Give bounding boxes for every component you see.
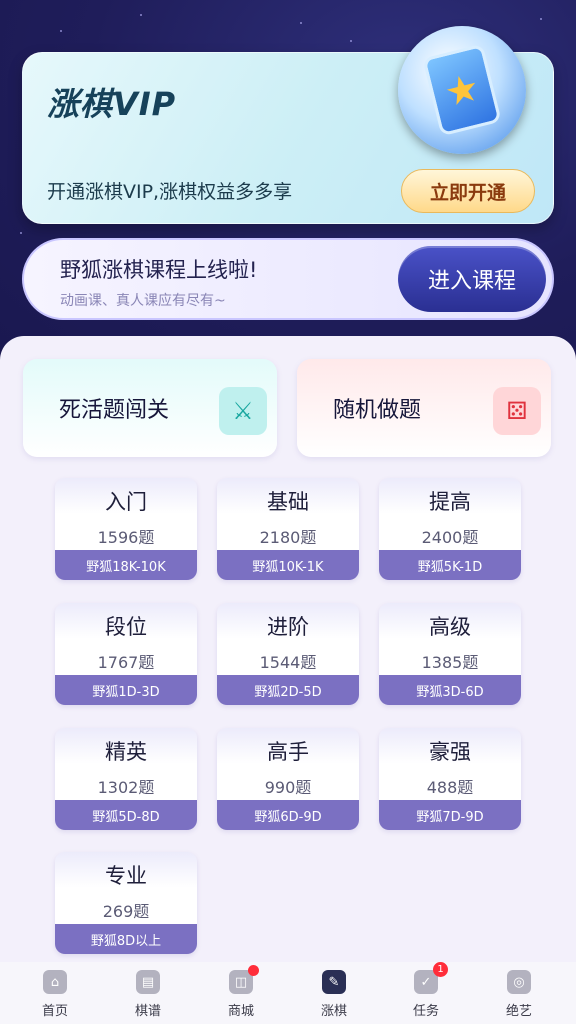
course-banner[interactable]: 野狐涨棋课程上线啦! 动画课、真人课应有尽有~ 进入课程 [22, 238, 554, 320]
course-title: 野狐涨棋课程上线啦! [60, 258, 258, 282]
nav-label: 棋谱 [134, 1004, 161, 1019]
level-card[interactable]: 段位 1767题野狐1D-3D [55, 603, 197, 705]
level-rank-range: 野狐5K-1D [379, 550, 521, 580]
ai-icon: ◎ [507, 970, 531, 994]
level-card[interactable]: 提高 2400题野狐5K-1D [379, 478, 521, 580]
level-name: 入门 [105, 490, 147, 514]
nav-item-1[interactable]: ▤ 棋谱 [118, 970, 178, 1022]
record-book-icon: ▤ [136, 970, 160, 994]
level-rank-range: 野狐2D-5D [217, 675, 359, 705]
life-death-label: 死活题闯关 [59, 398, 170, 423]
level-card[interactable]: 高手 990题野狐6D-9D [217, 728, 359, 830]
level-problem-count: 1596题 [97, 528, 155, 547]
shopping-bag-icon: ◫ [229, 965, 259, 994]
level-rank-range: 野狐5D-8D [55, 800, 197, 830]
task-check-icon: ✓ 1 [414, 962, 448, 994]
level-problem-count: 1302题 [97, 778, 155, 797]
random-problems-label: 随机做题 [333, 398, 422, 423]
level-rank-range: 野狐18K-10K [55, 550, 197, 580]
level-card[interactable]: 进阶 1544题野狐2D-5D [217, 603, 359, 705]
level-rank-range: 野狐7D-9D [379, 800, 521, 830]
level-name: 段位 [105, 615, 147, 639]
star-icon: ★ [422, 43, 502, 137]
vip-title: 涨棋VIP [47, 85, 177, 123]
life-death-challenge-button[interactable]: 死活题闯关 ⚔ [23, 359, 277, 457]
level-card[interactable]: 入门 1596题野狐18K-10K [55, 478, 197, 580]
nav-item-2[interactable]: ◫ 商城 [211, 965, 271, 1022]
random-problems-button[interactable]: 随机做题 ⚄ [297, 359, 551, 457]
level-rank-range: 野狐8D以上 [55, 924, 197, 954]
level-name: 提高 [429, 490, 471, 514]
course-subtitle: 动画课、真人课应有尽有~ [60, 293, 226, 309]
level-problem-count: 1767题 [97, 653, 155, 672]
level-card[interactable]: 专业 269题野狐8D以上 [55, 852, 197, 954]
nav-label: 首页 [41, 1004, 68, 1019]
level-name: 基础 [267, 490, 309, 514]
vip-description: 开通涨棋VIP,涨棋权益多多享 [47, 181, 293, 203]
level-card[interactable]: 豪强 488题野狐7D-9D [379, 728, 521, 830]
bottom-nav: ⌂ 首页 ▤ 棋谱 ◫ 商城 ✎ 涨棋 ✓ 1 任务 ◎ 绝艺 [0, 962, 576, 1024]
level-name: 专业 [105, 864, 147, 888]
nav-label: 绝艺 [505, 1004, 532, 1019]
level-problem-count: 2180题 [259, 528, 317, 547]
level-problem-count: 2400题 [421, 528, 479, 547]
nav-item-3[interactable]: ✎ 涨棋 [304, 970, 364, 1022]
pencil-icon: ✎ [322, 970, 346, 994]
level-name: 豪强 [429, 740, 471, 764]
level-name: 高手 [267, 740, 309, 764]
level-problem-count: 1544题 [259, 653, 317, 672]
level-rank-range: 野狐3D-6D [379, 675, 521, 705]
home-icon: ⌂ [43, 970, 67, 994]
crossed-swords-icon: ⚔ [219, 387, 267, 435]
vip-star-card-icon: ★ [398, 26, 526, 154]
nav-item-4[interactable]: ✓ 1 任务 [396, 962, 456, 1022]
level-card[interactable]: 高级 1385题野狐3D-6D [379, 603, 521, 705]
nav-label: 商城 [227, 1004, 254, 1019]
dice-icon: ⚄ [493, 387, 541, 435]
nav-label: 任务 [412, 1004, 439, 1019]
level-problem-count: 1385题 [421, 653, 479, 672]
level-problem-count: 990题 [264, 778, 312, 797]
level-rank-range: 野狐1D-3D [55, 675, 197, 705]
level-problem-count: 269题 [102, 902, 150, 921]
nav-item-0[interactable]: ⌂ 首页 [25, 970, 85, 1022]
level-card[interactable]: 基础 2180题野狐10K-1K [217, 478, 359, 580]
level-card[interactable]: 精英 1302题野狐5D-8D [55, 728, 197, 830]
level-name: 精英 [105, 740, 147, 764]
open-vip-button[interactable]: 立即开通 [401, 169, 535, 213]
nav-label: 涨棋 [320, 1004, 347, 1019]
enter-course-button[interactable]: 进入课程 [398, 246, 546, 312]
nav-item-5[interactable]: ◎ 绝艺 [489, 970, 549, 1022]
level-rank-range: 野狐6D-9D [217, 800, 359, 830]
level-rank-range: 野狐10K-1K [217, 550, 359, 580]
level-problem-count: 488题 [426, 778, 474, 797]
level-name: 进阶 [267, 615, 309, 639]
level-name: 高级 [429, 615, 471, 639]
notification-dot [248, 965, 259, 976]
notification-badge: 1 [433, 962, 448, 977]
